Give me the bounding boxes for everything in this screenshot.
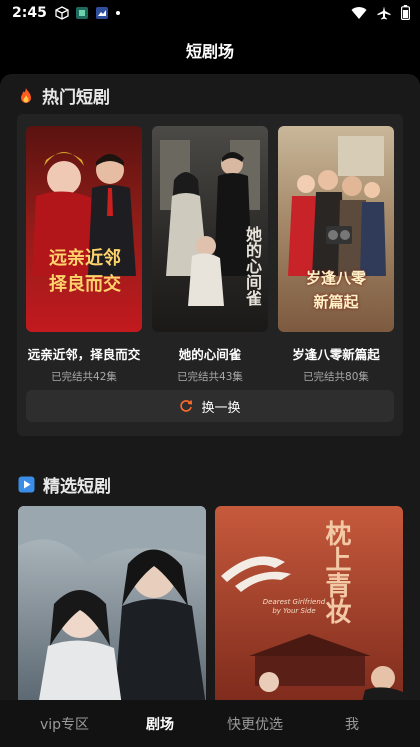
photo-icon bbox=[95, 7, 108, 19]
refresh-icon bbox=[180, 400, 193, 412]
app-icon bbox=[75, 7, 88, 19]
swap-button-label: 换一换 bbox=[201, 400, 241, 416]
nav-item-me[interactable]: 我 bbox=[345, 714, 359, 734]
status-bar: 2:45 bbox=[0, 0, 420, 26]
drama-episodes: 已完结共43集 bbox=[177, 371, 243, 383]
wifi-icon bbox=[351, 6, 367, 19]
drama-title[interactable]: 她的心间雀 bbox=[152, 344, 268, 363]
featured-section-header: 精选短剧 bbox=[18, 472, 111, 497]
poster-art bbox=[18, 506, 206, 701]
drama-poster[interactable]: 她的心间雀 bbox=[152, 126, 268, 332]
main-panel: 热门短剧 远亲近邻 择良而交 远亲近邻，择良而交 已完结共42集 她的心间雀 她… bbox=[0, 74, 420, 701]
swap-button[interactable]: 换一换 bbox=[26, 390, 394, 422]
play-icon bbox=[18, 476, 35, 493]
drama-card[interactable]: 她的心间雀 她的心间雀 已完结共43集 bbox=[152, 126, 268, 384]
hot-section-header: 热门短剧 bbox=[18, 83, 110, 108]
drama-card[interactable]: 岁逢八零 新篇起 岁逢八零新篇起 已完结共80集 bbox=[278, 126, 394, 384]
featured-poster[interactable]: 枕上青妆 Dearest Girlfriend by Your Side bbox=[215, 506, 403, 701]
cube-icon bbox=[55, 6, 69, 20]
drama-poster[interactable]: 岁逢八零 新篇起 bbox=[278, 126, 394, 332]
featured-poster[interactable] bbox=[18, 506, 206, 701]
battery-icon bbox=[401, 5, 410, 20]
drama-episodes: 已完结共42集 bbox=[51, 371, 117, 383]
status-time: 2:45 bbox=[12, 5, 47, 21]
drama-title[interactable]: 远亲近邻，择良而交 bbox=[26, 344, 142, 363]
page-title: 短剧场 bbox=[185, 42, 234, 61]
airplane-icon bbox=[377, 6, 391, 19]
nav-item-fast-update[interactable]: 快更优选 bbox=[227, 714, 283, 734]
poster-title: 岁逢八零 新篇起 bbox=[305, 269, 366, 311]
nav-item-vip[interactable]: vip专区 bbox=[40, 714, 89, 734]
drama-title[interactable]: 岁逢八零新篇起 bbox=[278, 344, 394, 363]
bottom-nav: vip专区 剧场 快更优选 我 bbox=[0, 700, 420, 747]
drama-card[interactable]: 远亲近邻 择良而交 远亲近邻，择良而交 已完结共42集 bbox=[26, 126, 142, 384]
poster-subtitle: Dearest Girlfriend by Your Side bbox=[262, 598, 326, 615]
drama-poster[interactable]: 远亲近邻 择良而交 bbox=[26, 126, 142, 332]
nav-item-theater[interactable]: 剧场 bbox=[146, 714, 174, 734]
hot-section-title: 热门短剧 bbox=[42, 88, 110, 108]
drama-episodes: 已完结共80集 bbox=[303, 371, 369, 383]
poster-art bbox=[32, 152, 136, 276]
featured-section-title: 精选短剧 bbox=[43, 477, 111, 497]
fire-icon bbox=[21, 87, 31, 103]
poster-title: 她的心间雀 bbox=[243, 226, 262, 306]
dot-icon bbox=[115, 11, 120, 15]
poster-title: 远亲近邻 择良而交 bbox=[49, 248, 121, 295]
